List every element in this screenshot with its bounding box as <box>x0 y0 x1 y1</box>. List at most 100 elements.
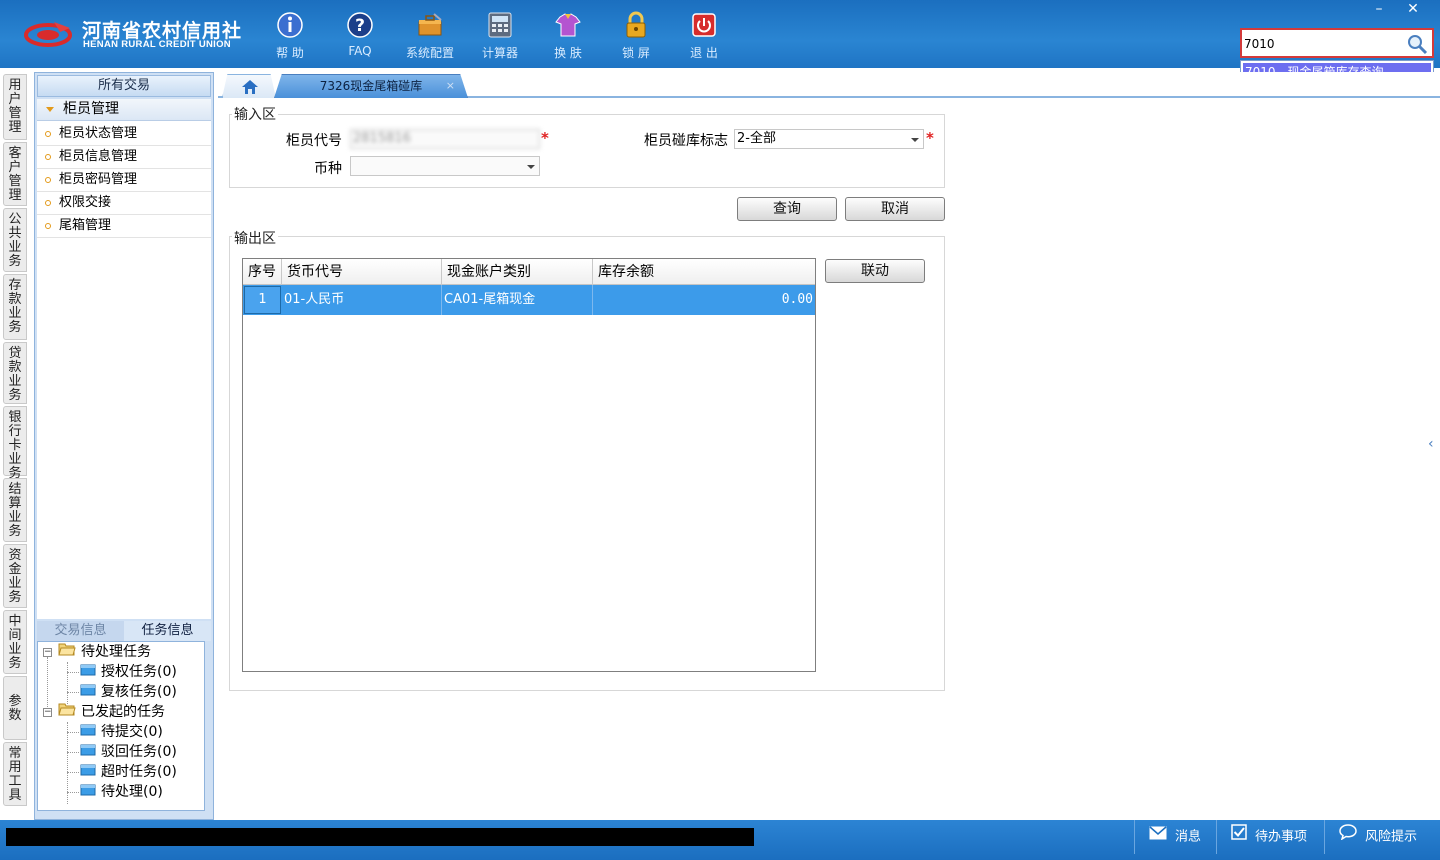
tree-node-review-tasks[interactable]: 复核任务(0) <box>80 682 177 702</box>
currency-cell: 01-人民币 <box>282 285 442 315</box>
table-row[interactable]: 1 01-人民币 CA01-尾箱现金 0.00 <box>243 285 815 315</box>
folder-icon <box>80 762 96 782</box>
side-tab-public-business[interactable]: 公共业务 <box>3 208 27 272</box>
checkbox-icon <box>1231 820 1247 854</box>
risk-alert-label: 风险提示 <box>1365 829 1418 845</box>
system-config-button[interactable]: 系统配置 <box>395 8 465 62</box>
collapse-toggle[interactable]: − <box>43 648 52 657</box>
tree-node-to-submit[interactable]: 待提交(0) <box>80 722 163 742</box>
svg-text:?: ? <box>355 16 365 36</box>
todo-label: 待办事项 <box>1255 829 1308 845</box>
side-tab-common-tools[interactable]: 常用工具 <box>3 742 27 806</box>
tab-transaction-7326[interactable]: 7326现金尾箱碰库 × <box>274 74 468 98</box>
exit-button[interactable]: 退 出 <box>669 8 739 62</box>
info-tabs: 交易信息 任务信息 <box>37 621 211 641</box>
tab-task-info[interactable]: 任务信息 <box>124 621 211 641</box>
side-tab-customer-management[interactable]: 客户管理 <box>3 142 27 206</box>
tree-node-label: 已发起的任务 <box>81 704 165 720</box>
calculator-button[interactable]: 计算器 <box>465 8 535 62</box>
transaction-tab-bar: 7326现金尾箱碰库 × <box>218 72 1440 98</box>
power-icon <box>689 10 719 40</box>
menu-item-authority-handover[interactable]: 权限交接 <box>37 192 211 215</box>
chevron-down-icon <box>527 165 535 169</box>
search-icon[interactable] <box>1406 33 1428 55</box>
collapse-toggle[interactable]: − <box>43 708 52 717</box>
table-header: 序号 货币代号 现金账户类别 库存余额 <box>243 259 815 285</box>
tab-home[interactable] <box>222 74 276 98</box>
side-tab-user-management[interactable]: 用户管理 <box>3 74 27 140</box>
faq-icon: ? <box>345 10 375 40</box>
all-transactions-header[interactable]: 所有交易 <box>37 75 211 97</box>
tree-node-rejected-tasks[interactable]: 驳回任务(0) <box>80 742 177 762</box>
folder-icon <box>80 722 96 742</box>
bullet-icon <box>45 131 51 137</box>
tree-node-label: 待处理任务 <box>81 644 151 660</box>
cancel-button[interactable]: 取消 <box>845 197 945 221</box>
required-mark: * <box>926 129 934 147</box>
folder-icon <box>80 682 96 702</box>
side-tab-deposit-business[interactable]: 存款业务 <box>3 274 27 340</box>
menu-item-cash-box[interactable]: 尾箱管理 <box>37 215 211 238</box>
app-header: 河南省农村信用社 HENAN RURAL CREDIT UNION 帮 助 ? … <box>0 0 1440 68</box>
link-button[interactable]: 联动 <box>825 259 925 283</box>
transaction-search-input[interactable] <box>1244 34 1404 54</box>
side-tab-parameters[interactable]: 参数 <box>3 676 27 740</box>
open-folder-icon <box>58 702 76 722</box>
faq-button[interactable]: ? FAQ <box>325 8 395 62</box>
menu-item-label: 尾箱管理 <box>59 218 112 233</box>
tree-node-timeout-tasks[interactable]: 超时任务(0) <box>80 762 177 782</box>
column-header[interactable]: 现金账户类别 <box>442 259 593 285</box>
teller-code-field[interactable]: 2815816 <box>350 129 540 149</box>
tree-node-pending-tasks[interactable]: 待处理任务 <box>58 642 151 662</box>
bullet-icon <box>45 223 51 229</box>
lock-screen-label: 锁 屏 <box>622 46 650 60</box>
bullet-icon <box>45 200 51 206</box>
query-button[interactable]: 查询 <box>737 197 837 221</box>
task-tree: − 待处理任务 授权任务(0) 复核任务(0) − 已发起的任务 待提交(0) … <box>37 641 205 811</box>
teller-code-label: 柜员代号 <box>286 133 342 149</box>
tree-node-auth-tasks[interactable]: 授权任务(0) <box>80 662 177 682</box>
tree-node-to-process[interactable]: 待处理(0) <box>80 782 163 802</box>
column-header[interactable]: 货币代号 <box>282 259 442 285</box>
menu-group-label: 柜员管理 <box>63 101 119 117</box>
menu-item-label: 柜员状态管理 <box>59 126 138 141</box>
messages-button[interactable]: 消息 <box>1134 820 1216 854</box>
tree-node-initiated-tasks[interactable]: 已发起的任务 <box>58 702 165 722</box>
menu-item-teller-password[interactable]: 柜员密码管理 <box>37 169 211 192</box>
side-tab-settlement-business[interactable]: 结算业务 <box>3 478 27 542</box>
minimize-button[interactable]: – <box>1364 0 1394 20</box>
toolbox-icon <box>415 10 445 40</box>
column-header[interactable]: 库存余额 <box>593 259 815 285</box>
input-area-legend: 输入区 <box>232 104 278 124</box>
side-tab-loan-business[interactable]: 贷款业务 <box>3 342 27 404</box>
menu-list: 柜员管理 柜员状态管理 柜员信息管理 柜员密码管理 权限交接 尾箱管理 <box>37 99 211 619</box>
status-bar: 消息 待办事项 风险提示 <box>0 820 1440 860</box>
column-header[interactable]: 序号 <box>243 259 282 285</box>
balance-cell: 0.00 <box>781 292 813 307</box>
tree-node-label: 复核任务(0) <box>101 684 177 700</box>
menu-group-teller-management[interactable]: 柜员管理 <box>37 99 211 121</box>
todo-button[interactable]: 待办事项 <box>1216 820 1324 854</box>
lock-screen-button[interactable]: 锁 屏 <box>601 8 671 62</box>
tab-transaction-info[interactable]: 交易信息 <box>37 621 124 641</box>
side-tab-intermediary-business[interactable]: 中间业务 <box>3 610 27 674</box>
teller-check-flag-select[interactable]: 2-全部 <box>734 129 924 149</box>
module-side-tabs: 用户管理 客户管理 公共业务 存款业务 贷款业务 银行卡业务 结算业务 资金业务… <box>0 68 32 820</box>
folder-icon <box>80 662 96 682</box>
menu-item-teller-status[interactable]: 柜员状态管理 <box>37 123 211 146</box>
help-button[interactable]: 帮 助 <box>255 8 325 62</box>
side-tab-bank-card-business[interactable]: 银行卡业务 <box>3 406 27 480</box>
tab-close-icon[interactable]: × <box>446 75 455 97</box>
help-label: 帮 助 <box>276 46 304 60</box>
mail-icon <box>1149 820 1167 854</box>
collapse-right-panel-icon[interactable]: ‹ <box>1428 426 1440 462</box>
side-tab-fund-business[interactable]: 资金业务 <box>3 544 27 608</box>
menu-item-teller-info[interactable]: 柜员信息管理 <box>37 146 211 169</box>
close-button[interactable]: ✕ <box>1398 0 1428 20</box>
currency-select[interactable] <box>350 156 540 176</box>
result-table: 序号 货币代号 现金账户类别 库存余额 1 01-人民币 CA01-尾箱现金 0… <box>242 258 816 672</box>
skin-button[interactable]: 换 肤 <box>533 8 603 62</box>
currency-label: 币种 <box>314 161 342 177</box>
calculator-icon <box>485 10 515 40</box>
risk-alert-button[interactable]: 风险提示 <box>1324 820 1440 854</box>
